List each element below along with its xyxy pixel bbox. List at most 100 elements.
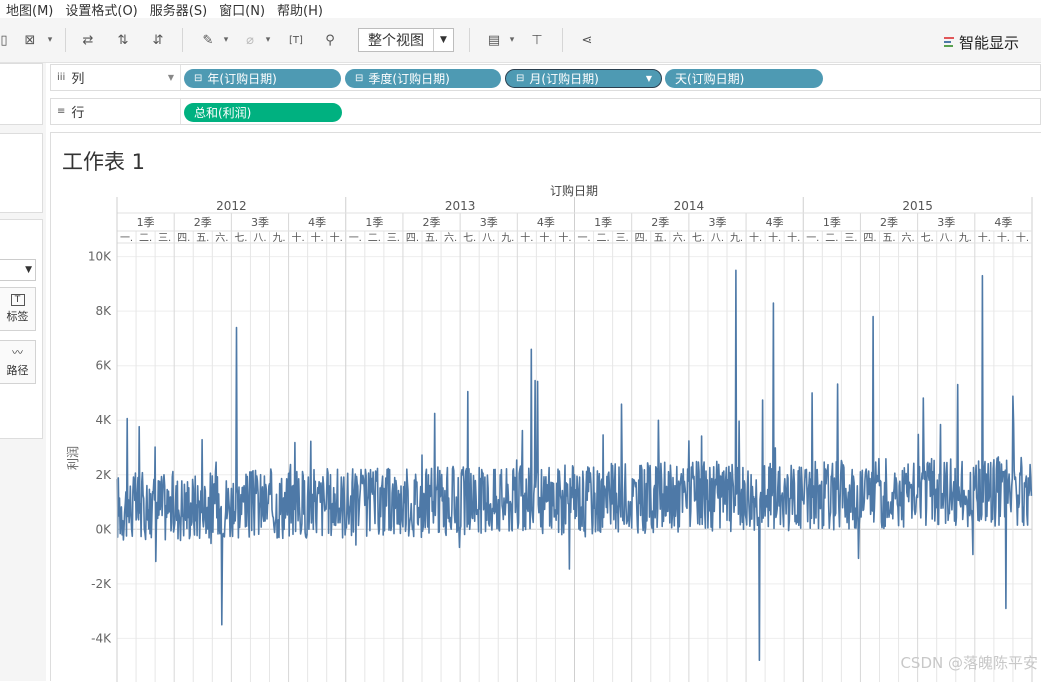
x-month-label: 二. (139, 233, 152, 244)
x-quarter-label: 1季 (365, 216, 383, 229)
show-me-button[interactable]: 智能显示 (944, 32, 1019, 53)
x-month-label: 三. (616, 233, 629, 244)
x-month-label: 十. (978, 231, 991, 244)
x-month-label: 四. (406, 233, 419, 244)
x-month-label: 六. (673, 232, 686, 244)
show-cards-dropdown-icon[interactable]: ▾ (506, 30, 518, 50)
share-icon[interactable]: ⋖ (577, 30, 597, 50)
toolbar-separator (65, 28, 66, 52)
x-month-label: 四. (177, 233, 190, 244)
label-button-text: 标签 (6, 310, 29, 323)
show-cards-icon[interactable]: ▤ (484, 30, 504, 50)
x-quarter-label: 3季 (480, 216, 498, 229)
menu-help[interactable]: 帮助(H) (277, 0, 323, 19)
chevron-down-icon[interactable]: ▼ (646, 74, 652, 83)
x-quarter-label: 4季 (537, 216, 555, 229)
path-button[interactable]: 〰 路径 (0, 340, 36, 384)
pill-month-order-date[interactable]: ⊟ 月(订购日期) ▼ (505, 69, 662, 88)
x-month-label: 十. (520, 231, 533, 244)
sort-descending-icon[interactable]: ⇵ (148, 30, 168, 50)
show-me-icon-bar (944, 40, 951, 43)
chevron-down-icon: ▼ (167, 73, 174, 82)
y-tick-label: -4K (91, 631, 112, 645)
rows-shelf[interactable]: ≡ 行 总和(利润) (50, 98, 1041, 125)
clear-sheet-dropdown-icon[interactable]: ▾ (44, 30, 56, 50)
show-me-label: 智能显示 (959, 34, 1020, 52)
column-header-title: 订购日期 (550, 183, 598, 198)
x-month-label: 六. (902, 232, 915, 244)
columns-shelf[interactable]: iii 列 ▼ ⊟ 年(订购日期) ⊟ 季度(订购日期) ⊟ 月(订购日期) ▼… (50, 64, 1041, 91)
x-month-label: 六. (444, 232, 457, 244)
x-month-label: 二. (825, 233, 838, 244)
x-month-label: 七. (463, 232, 476, 244)
fit-select[interactable]: 整个视图 ▼ (358, 28, 454, 52)
toolbar-separator (469, 28, 470, 52)
rows-icon: ≡ (57, 106, 66, 117)
menu-server[interactable]: 服务器(S) (150, 0, 207, 19)
x-month-label: 四. (635, 233, 648, 244)
y-tick-label: 2K (95, 468, 112, 482)
fit-select-value: 整个视图 (368, 33, 424, 49)
x-month-label: 五. (882, 233, 895, 244)
highlight-icon[interactable]: ✎ (198, 30, 218, 50)
x-month-label: 三. (844, 233, 857, 244)
profit-line-chart[interactable]: 订购日期 -4K -2K 0K 2K 4K 6K 8K 10K 利润 2012 1季 2季 3季 4季一. 二… (51, 133, 1041, 682)
columns-shelf-label: iii 列 ▼ (51, 65, 181, 90)
show-mark-labels-icon[interactable]: [T] (286, 30, 306, 50)
columns-shelf-text: 列 (71, 72, 85, 87)
y-tick-label: 6K (95, 359, 112, 373)
x-month-label: 九. (272, 232, 285, 244)
x-month-label: 十. (768, 231, 781, 244)
swap-rows-columns-icon[interactable]: ⇄ (78, 30, 98, 50)
menu-window[interactable]: 窗口(N) (219, 0, 265, 19)
menu-format[interactable]: 设置格式(O) (65, 0, 137, 19)
pill-day-order-date[interactable]: 天(订购日期) (665, 69, 823, 88)
x-quarter-label: 3季 (251, 216, 269, 229)
highlight-dropdown-icon[interactable]: ▾ (220, 30, 232, 50)
x-month-label: 六. (215, 232, 228, 244)
x-quarter-label: 1季 (594, 216, 612, 229)
presentation-mode-icon[interactable]: ⊤ (527, 30, 547, 50)
x-month-label: 八. (940, 233, 953, 244)
y-tick-label: 4K (95, 413, 112, 427)
x-month-label: 一. (577, 233, 590, 244)
x-month-label: 八. (711, 233, 724, 244)
pill-quarter-order-date[interactable]: ⊟ 季度(订购日期) (345, 69, 501, 88)
show-me-icon-bar (944, 44, 953, 47)
x-year-label: 2012 (216, 199, 247, 213)
x-month-label: 九. (730, 232, 743, 244)
group-dropdown-icon[interactable]: ▾ (262, 30, 274, 50)
label-icon: T (10, 294, 25, 306)
toolbar-cut-icon[interactable]: ▯ (0, 30, 8, 50)
x-month-label: 二. (368, 233, 381, 244)
menu-map[interactable]: 地图(M) (6, 0, 53, 19)
x-year-label: 2014 (674, 199, 705, 213)
x-month-label: 十. (1016, 231, 1029, 244)
x-month-label: 七. (234, 232, 247, 244)
pin-axis-icon[interactable]: ⚲ (320, 30, 340, 50)
pages-card (0, 63, 43, 125)
clear-sheet-icon[interactable]: ⊠ (20, 30, 40, 50)
pill-year-order-date[interactable]: ⊟ 年(订购日期) (184, 69, 341, 88)
x-quarter-label: 2季 (194, 216, 212, 229)
pill-label: 月(订购日期) (529, 72, 599, 86)
group-icon[interactable]: ⌀ (240, 30, 260, 50)
x-month-label: 十. (558, 231, 571, 244)
x-month-label: 五. (425, 233, 438, 244)
sort-ascending-icon[interactable]: ⇅ (113, 30, 133, 50)
mark-type-select[interactable]: ▼ (0, 259, 36, 281)
x-month-label: 一. (120, 233, 133, 244)
x-quarter-label: 2季 (423, 216, 441, 229)
show-me-icon (944, 36, 954, 49)
x-year-label: 2015 (902, 199, 933, 213)
x-year-label: 2013 (445, 199, 476, 213)
x-month-label: 八. (482, 233, 495, 244)
x-month-label: 五. (196, 233, 209, 244)
x-quarter-label: 3季 (708, 216, 726, 229)
pill-sum-profit[interactable]: 总和(利润) (184, 103, 342, 122)
label-button[interactable]: T 标签 (0, 287, 36, 331)
chevron-down-icon: ▼ (433, 29, 453, 51)
x-quarter-label: 4季 (308, 216, 326, 229)
x-month-label: 三. (387, 233, 400, 244)
pill-label: 总和(利润) (194, 106, 252, 120)
